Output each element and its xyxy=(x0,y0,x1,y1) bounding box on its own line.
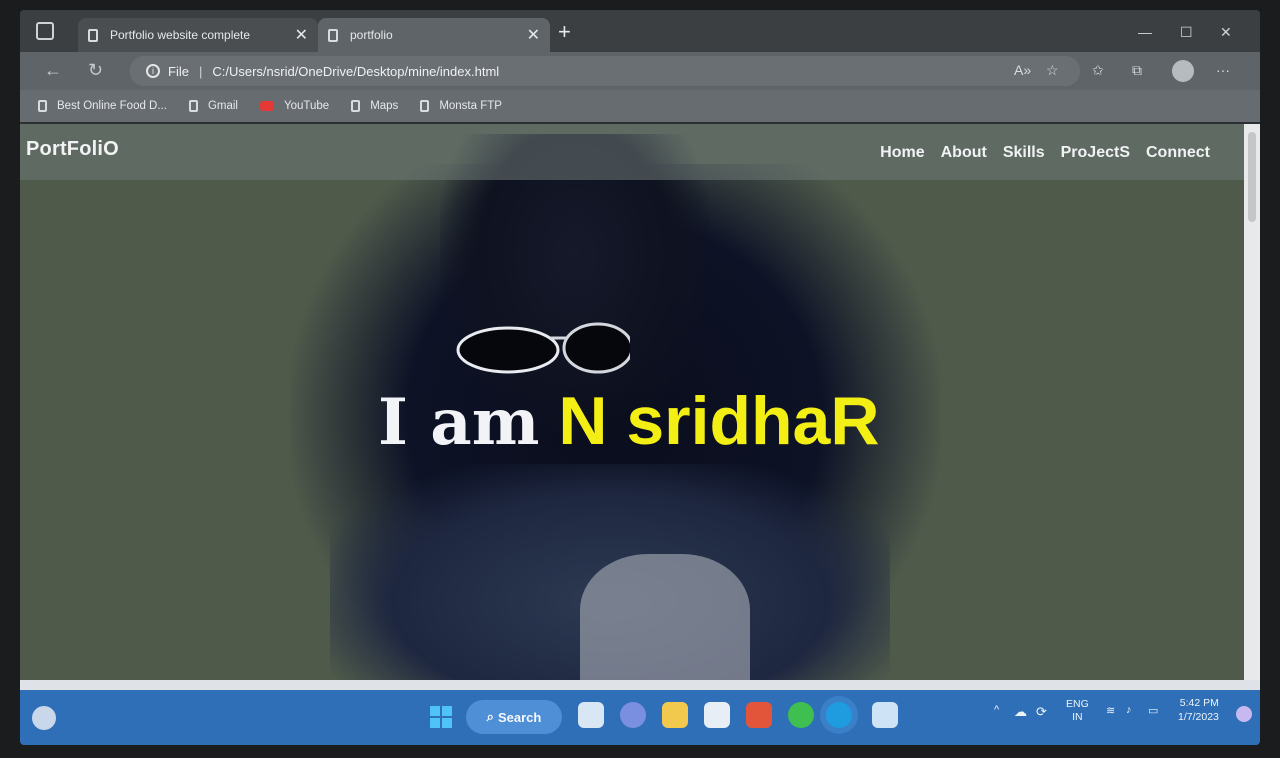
hero-lead-text: I am xyxy=(378,385,540,460)
address-url: C:/Users/nsrid/OneDrive/Desktop/mine/ind… xyxy=(212,63,500,79)
bookmark-monsta-ftp[interactable]: Monsta FTP xyxy=(420,100,502,112)
battery-icon[interactable]: ▭ xyxy=(1148,704,1158,717)
minimize-icon[interactable]: — xyxy=(1138,24,1152,40)
site-logo[interactable]: PortFoliO xyxy=(26,138,119,161)
page-icon xyxy=(88,28,98,42)
onedrive-icon[interactable]: ☁ xyxy=(1014,704,1027,720)
page-icon xyxy=(351,100,361,112)
xbox-icon[interactable] xyxy=(788,702,814,728)
bookmark-label: YouTube xyxy=(283,100,330,112)
add-favorite-icon[interactable]: ☆ xyxy=(1046,62,1059,79)
tab-title: Portfolio website complete xyxy=(110,28,251,42)
bookmark-maps[interactable]: Maps xyxy=(351,100,398,112)
hero-name-text: N sridhaR xyxy=(558,383,880,459)
refresh-icon[interactable]: ↻ xyxy=(88,60,103,81)
bookmarks-bar: Best Online Food D... Gmail YouTube Maps… xyxy=(20,90,1260,122)
clock[interactable]: 5:42 PM 1/7/2023 xyxy=(1178,696,1219,724)
new-tab-button[interactable]: + xyxy=(558,21,571,43)
tab-actions-icon[interactable] xyxy=(36,22,54,40)
sunglasses-graphic xyxy=(456,322,630,374)
language-code: ENG xyxy=(1066,698,1089,710)
weather-widget-icon[interactable] xyxy=(32,706,56,730)
page-icon xyxy=(328,28,338,42)
bookmark-label: Maps xyxy=(370,100,399,112)
bookmark-gmail[interactable]: Gmail xyxy=(188,100,238,112)
site-nav: Home About Skills ProJectS Connect xyxy=(880,144,1210,162)
search-icon: ⌕ xyxy=(486,709,494,724)
nav-skills[interactable]: Skills xyxy=(1003,144,1045,162)
close-window-icon[interactable]: ✕ xyxy=(1220,24,1232,41)
store-icon[interactable] xyxy=(704,702,730,728)
search-label: Search xyxy=(497,709,542,725)
nav-connect[interactable]: Connect xyxy=(1146,144,1210,162)
hero-photo-shirt xyxy=(580,554,750,680)
windows-taskbar: ⌕ Search ^ ☁ ⟳ ENG IN ≋ ♪ ▭ 5:42 PM 1/7/… xyxy=(20,690,1260,745)
bookmark-label: Best Online Food D... xyxy=(57,100,167,112)
app-icon[interactable] xyxy=(872,702,898,728)
hero-title: I am N sridhaR xyxy=(378,382,880,460)
address-bar[interactable]: i File | C:/Users/nsrid/OneDrive/Desktop… xyxy=(130,56,1080,86)
nav-projects[interactable]: ProJectS xyxy=(1061,144,1130,162)
vertical-scrollbar[interactable] xyxy=(1244,124,1260,680)
bookmark-label: Monsta FTP xyxy=(439,100,502,112)
back-arrow-icon[interactable]: ← xyxy=(44,60,62,81)
office-icon[interactable] xyxy=(746,702,772,728)
chat-icon[interactable] xyxy=(620,702,646,728)
clock-time: 5:42 PM xyxy=(1179,697,1219,709)
bookmark-label: Gmail xyxy=(207,100,238,112)
collections-icon[interactable]: ⧉ xyxy=(1132,62,1142,79)
notification-icon[interactable] xyxy=(1236,706,1252,722)
page-icon xyxy=(38,100,47,112)
bookmark-youtube[interactable]: YouTube xyxy=(259,100,330,112)
laptop-screen: Portfolio website complete ✕ portfolio ✕… xyxy=(20,10,1260,745)
task-view-icon[interactable] xyxy=(578,702,604,728)
nav-about[interactable]: About xyxy=(941,144,987,162)
sync-icon[interactable]: ⟳ xyxy=(1036,704,1047,720)
favorites-icon[interactable]: ✩ xyxy=(1092,62,1104,79)
read-aloud-icon[interactable]: A» xyxy=(1014,62,1031,78)
site-header: PortFoliO Home About Skills ProJectS Con… xyxy=(20,124,1244,180)
web-page: PortFoliO Home About Skills ProJectS Con… xyxy=(20,124,1244,680)
bookmark-best-online-food[interactable]: Best Online Food D... xyxy=(38,100,167,112)
file-explorer-icon[interactable] xyxy=(662,702,688,728)
nav-home[interactable]: Home xyxy=(880,144,924,162)
page-icon xyxy=(188,100,198,112)
language-indicator[interactable]: ENG IN xyxy=(1066,698,1089,724)
clock-date: 1/7/2023 xyxy=(1178,711,1219,723)
edge-browser-icon[interactable] xyxy=(826,702,852,728)
tab-portfolio[interactable]: portfolio ✕ xyxy=(318,18,550,52)
windows-start-icon[interactable] xyxy=(430,706,452,728)
chevron-up-icon[interactable]: ^ xyxy=(994,704,999,716)
language-region: IN xyxy=(1072,711,1083,723)
volume-icon[interactable]: ♪ xyxy=(1126,704,1132,716)
address-prefix: File xyxy=(168,63,189,79)
browser-tab-strip: Portfolio website complete ✕ portfolio ✕… xyxy=(20,10,1260,52)
info-icon[interactable]: i xyxy=(146,64,160,78)
profile-avatar[interactable] xyxy=(1172,60,1194,82)
maximize-icon[interactable]: ☐ xyxy=(1180,24,1193,41)
taskbar-search-button[interactable]: ⌕ Search xyxy=(466,700,562,734)
close-icon[interactable]: ✕ xyxy=(295,25,308,45)
youtube-icon xyxy=(259,101,274,111)
more-menu-icon[interactable]: ··· xyxy=(1216,62,1230,78)
address-separator: | xyxy=(198,63,203,79)
tab-portfolio-website-complete[interactable]: Portfolio website complete ✕ xyxy=(78,18,318,52)
tab-title: portfolio xyxy=(350,28,393,42)
close-icon[interactable]: ✕ xyxy=(527,25,540,45)
browser-toolbar: ← ↻ i File | C:/Users/nsrid/OneDrive/Des… xyxy=(20,52,1260,90)
scrollbar-thumb[interactable] xyxy=(1248,132,1256,222)
page-icon xyxy=(420,100,430,112)
wifi-icon[interactable]: ≋ xyxy=(1106,704,1115,717)
